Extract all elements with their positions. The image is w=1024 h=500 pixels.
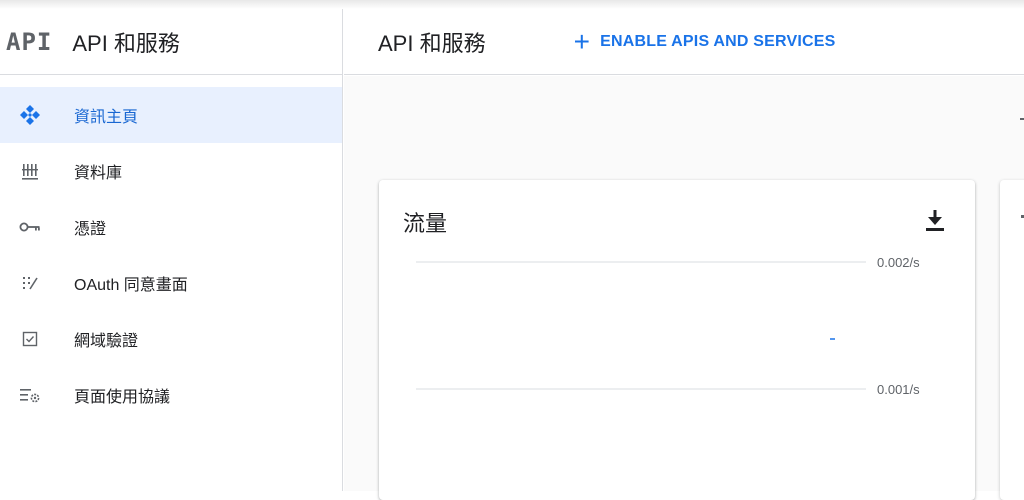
- library-icon: [16, 162, 44, 180]
- sidebar-item-label: 資料庫: [74, 165, 123, 182]
- sidebar-header: API API 和服務: [0, 9, 342, 75]
- traffic-chart: 0.002/s 0.001/s: [416, 255, 920, 397]
- sidebar-item-label: OAuth 同意畫面: [74, 277, 188, 294]
- sidebar-item-label: 資訊主頁: [74, 109, 139, 126]
- oauth-consent-icon: [16, 274, 44, 292]
- settings-list-icon: [16, 387, 44, 403]
- main-panel: API 和服務 + ENABLE APIS AND SERVICES 0.002…: [344, 9, 1024, 500]
- enable-apis-label: ENABLE APIS AND SERVICES: [600, 32, 836, 50]
- sidebar-item-label: 頁面使用協議: [74, 389, 171, 406]
- dashboard-content: 0.002/s 0.001/s 流量: [344, 76, 1024, 500]
- truncated-element: [1020, 118, 1024, 120]
- sidebar-title: API 和服務: [72, 30, 180, 56]
- checkbox-icon: [16, 331, 44, 347]
- sidebar-item-credentials[interactable]: 憑證: [0, 199, 342, 255]
- page-title: API 和服務: [378, 30, 486, 56]
- enable-apis-button[interactable]: + ENABLE APIS AND SERVICES: [573, 25, 836, 57]
- traffic-card: 0.002/s 0.001/s 流量: [379, 180, 975, 500]
- sidebar-item-oauth-consent[interactable]: OAuth 同意畫面: [0, 255, 342, 311]
- sidebar: API API 和服務 資訊主頁 資料庫 憑證 OAuth 同意畫面 網域驗證 …: [0, 9, 343, 491]
- sidebar-nav: 資訊主頁 資料庫 憑證 OAuth 同意畫面 網域驗證 頁面使用協議: [0, 87, 342, 423]
- download-icon[interactable]: [924, 208, 946, 232]
- sidebar-item-label: 網域驗證: [74, 333, 139, 350]
- page-header: API 和服務 + ENABLE APIS AND SERVICES: [344, 9, 1024, 75]
- top-shadow: [0, 0, 1024, 9]
- sidebar-item-dashboard[interactable]: 資訊主頁: [0, 87, 342, 143]
- y-tick-label: 0.002/s: [877, 255, 920, 270]
- key-icon: [16, 221, 44, 233]
- secondary-card: [1000, 180, 1024, 500]
- sidebar-item-page-usage-agreements[interactable]: 頁面使用協議: [0, 367, 342, 423]
- sidebar-item-label: 憑證: [74, 221, 107, 238]
- dashboard-icon: [16, 104, 44, 126]
- plus-icon: +: [573, 25, 591, 57]
- y-tick-label: 0.001/s: [877, 382, 920, 397]
- sidebar-item-library[interactable]: 資料庫: [0, 143, 342, 199]
- card-title: 流量: [403, 211, 448, 236]
- api-logo-icon: API: [6, 27, 53, 56]
- sidebar-item-domain-verification[interactable]: 網域驗證: [0, 311, 342, 367]
